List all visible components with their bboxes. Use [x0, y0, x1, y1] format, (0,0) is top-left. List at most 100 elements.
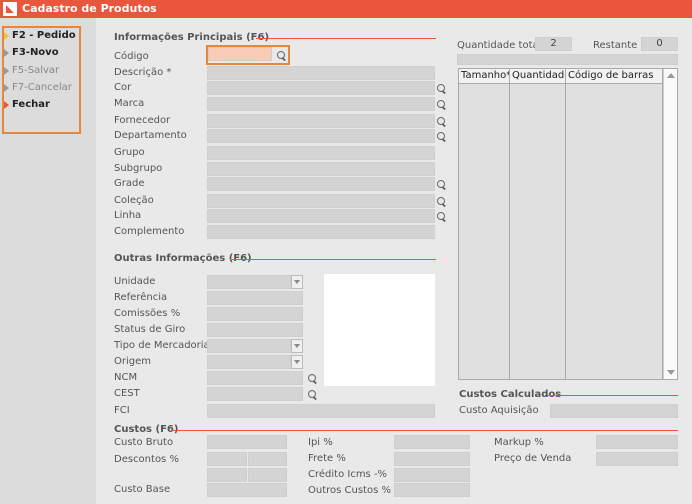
markup-label: Markup % [494, 437, 544, 448]
ncm-search-icon[interactable] [308, 374, 318, 384]
codigo-input[interactable] [208, 47, 272, 61]
departamento-label: Departamento [114, 130, 187, 141]
preco-venda-label: Preço de Venda [494, 453, 572, 464]
unidade-dropdown-icon[interactable] [291, 275, 303, 289]
frete-input[interactable] [394, 452, 470, 466]
sizes-grid[interactable]: Tamanho* Quantidade Código de barras [458, 68, 678, 380]
scroll-up-icon[interactable] [667, 73, 675, 78]
custo-aquisicao-label: Custo Aquisição [459, 405, 539, 416]
grupo-label: Grupo [114, 147, 145, 158]
menu-item-cancelar[interactable]: F7-Cancelar [2, 80, 76, 96]
linha-input[interactable] [207, 209, 435, 223]
cest-search-icon[interactable] [308, 390, 318, 400]
frete-label: Frete % [308, 453, 346, 464]
departamento-input[interactable] [207, 129, 435, 143]
section-divider [230, 259, 436, 260]
colecao-search-icon[interactable] [437, 197, 447, 207]
fci-input[interactable] [207, 404, 435, 418]
custo-base-input[interactable] [207, 483, 287, 497]
subgrupo-label: Subgrupo [114, 163, 163, 174]
orange-arrow-icon [4, 101, 9, 109]
quantidade-total-value: 2 [535, 37, 572, 51]
fci-label: FCI [114, 405, 130, 416]
product-image-area[interactable] [324, 274, 435, 386]
referencia-label: Referência [114, 292, 168, 303]
referencia-input[interactable] [207, 291, 303, 305]
grid-header-tamanho[interactable]: Tamanho* [459, 69, 511, 84]
colecao-label: Coleção [114, 195, 154, 206]
cest-input[interactable] [207, 387, 303, 401]
ncm-label: NCM [114, 372, 138, 383]
marca-search-icon[interactable] [437, 100, 447, 110]
restante-label: Restante [593, 40, 638, 51]
grid-column-separator [565, 69, 566, 379]
origem-dropdown-icon[interactable] [291, 355, 303, 369]
linha-search-icon[interactable] [437, 212, 447, 222]
scroll-down-icon[interactable] [667, 370, 675, 375]
markup-input[interactable] [596, 435, 678, 449]
origem-select[interactable] [207, 355, 291, 369]
ipi-input[interactable] [394, 435, 470, 449]
menu-label: Fechar [12, 99, 50, 110]
section-title-calc-costs: Custos Calculados [459, 389, 562, 400]
tipo-mercadoria-select[interactable] [207, 339, 291, 353]
menu-item-fechar[interactable]: Fechar [2, 97, 76, 113]
codigo-search-icon[interactable] [277, 51, 287, 61]
codigo-label: Código [114, 51, 149, 62]
grid-scrollbar[interactable] [663, 69, 677, 379]
section-divider [256, 38, 436, 39]
custo-bruto-input[interactable] [207, 435, 287, 449]
custo-base-label: Custo Base [114, 484, 171, 495]
arrow-icon [4, 67, 9, 75]
preco-venda-input[interactable] [596, 452, 678, 466]
grupo-input[interactable] [207, 146, 435, 160]
marca-label: Marca [114, 98, 145, 109]
arrow-icon [4, 49, 9, 57]
comissoes-label: Comissões % [114, 308, 181, 319]
custo-aquisicao-input[interactable] [550, 404, 678, 418]
grade-search-icon[interactable] [437, 180, 447, 190]
grid-header-codigo-barras[interactable]: Código de barras [566, 69, 664, 84]
menu-label: F7-Cancelar [12, 82, 72, 93]
unidade-select[interactable] [207, 275, 291, 289]
grade-input[interactable] [207, 177, 435, 191]
marca-input[interactable] [207, 97, 435, 111]
colecao-input[interactable] [207, 194, 435, 208]
cor-search-icon[interactable] [437, 84, 447, 94]
grid-header-quantidade[interactable]: Quantidade [510, 69, 570, 84]
menu-label: F3-Novo [12, 47, 59, 58]
cor-input[interactable] [207, 81, 435, 95]
fornecedor-label: Fornecedor [114, 115, 171, 126]
menu-item-pedido[interactable]: F2 - Pedido [2, 28, 76, 44]
menu-item-salvar[interactable]: F5-Salvar [2, 63, 76, 79]
fornecedor-search-icon[interactable] [437, 117, 447, 127]
sidebar: F2 - Pedido F3-Novo F5-Salvar F7-Cancela… [0, 18, 96, 504]
tipo-mercadoria-label: Tipo de Mercadoria [114, 340, 210, 351]
descontos-input-4[interactable] [248, 468, 287, 482]
section-title-main-info: Informações Principais (F6) [114, 32, 270, 43]
departamento-search-icon[interactable] [437, 132, 447, 142]
menu-label: F5-Salvar [12, 65, 60, 76]
credito-icms-input[interactable] [394, 468, 470, 482]
fornecedor-input[interactable] [207, 114, 435, 128]
window-title: Cadastro de Produtos [22, 2, 157, 15]
descontos-input-1[interactable] [207, 452, 247, 466]
descontos-input-2[interactable] [248, 452, 287, 466]
subgrupo-input[interactable] [207, 162, 435, 176]
cest-label: CEST [114, 388, 140, 399]
grade-label: Grade [114, 178, 145, 189]
comissoes-input[interactable] [207, 307, 303, 321]
menu-item-novo[interactable]: F3-Novo [2, 45, 76, 61]
linha-label: Linha [114, 210, 142, 221]
status-giro-input[interactable] [207, 323, 303, 337]
section-divider [547, 395, 678, 396]
descricao-input[interactable] [207, 66, 435, 80]
complemento-input[interactable] [207, 225, 435, 239]
ncm-input[interactable] [207, 371, 303, 385]
descricao-label: Descrição * [114, 67, 172, 78]
outros-custos-input[interactable] [394, 483, 470, 497]
tipo-mercadoria-dropdown-icon[interactable] [291, 339, 303, 353]
descontos-input-3[interactable] [207, 468, 247, 482]
custo-bruto-label: Custo Bruto [114, 437, 174, 448]
section-divider [172, 430, 678, 431]
